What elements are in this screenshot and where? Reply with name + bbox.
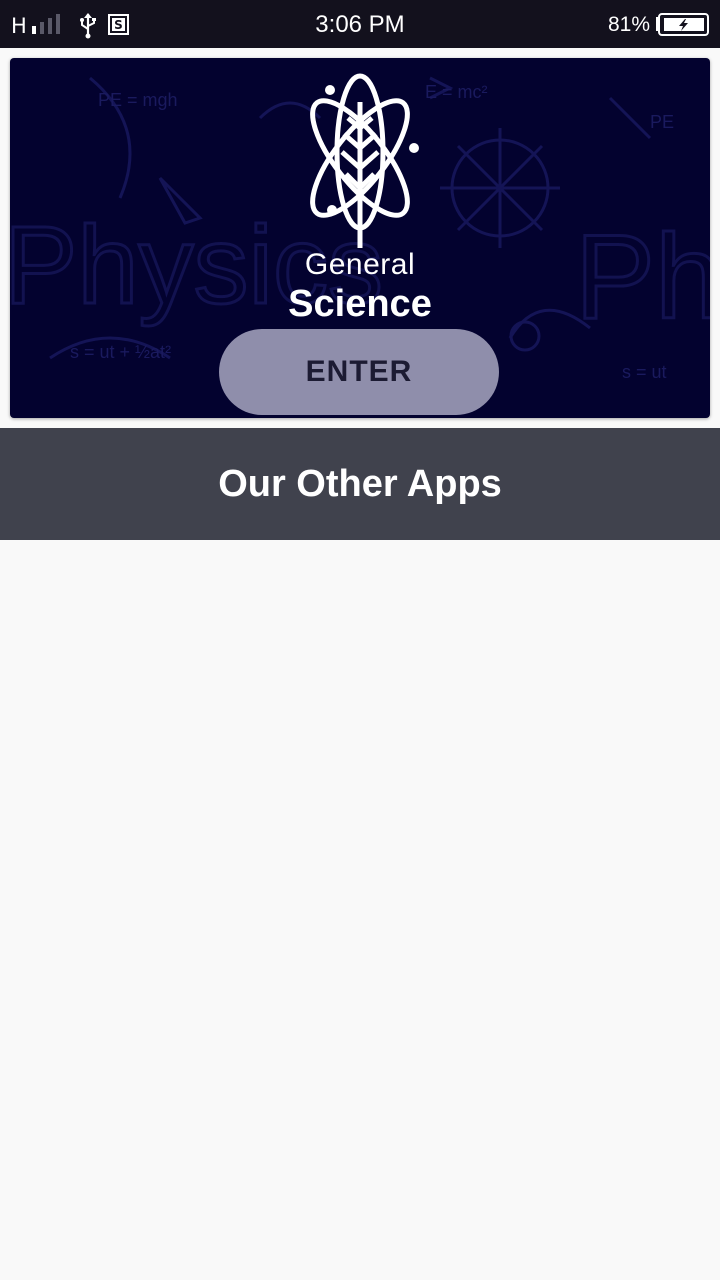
- other-apps-list: [0, 540, 720, 1280]
- battery-percentage: 81%: [607, 13, 650, 36]
- svg-text:E = mc²: E = mc²: [425, 82, 488, 102]
- svg-text:s = ut + ½at²: s = ut + ½at²: [70, 342, 171, 362]
- logo-text-general: General: [304, 248, 416, 281]
- svg-text:s = ut: s = ut: [622, 362, 667, 382]
- atom-leaf-logo-icon: [310, 73, 419, 248]
- other-apps-title: Our Other Apps: [218, 463, 502, 505]
- battery-charging-icon: [656, 13, 709, 36]
- svg-text:PE = mgh: PE = mgh: [98, 90, 178, 110]
- enter-button[interactable]: ENTER: [219, 329, 499, 415]
- status-bar: H S 3:06 PM 81%: [0, 0, 720, 48]
- svg-text:PE: PE: [650, 112, 674, 132]
- general-science-banner[interactable]: Physics Physics PE = mgh E = mc² s = ut …: [10, 58, 710, 418]
- logo-text-science: Science: [288, 283, 432, 325]
- other-apps-header: Our Other Apps: [0, 428, 720, 540]
